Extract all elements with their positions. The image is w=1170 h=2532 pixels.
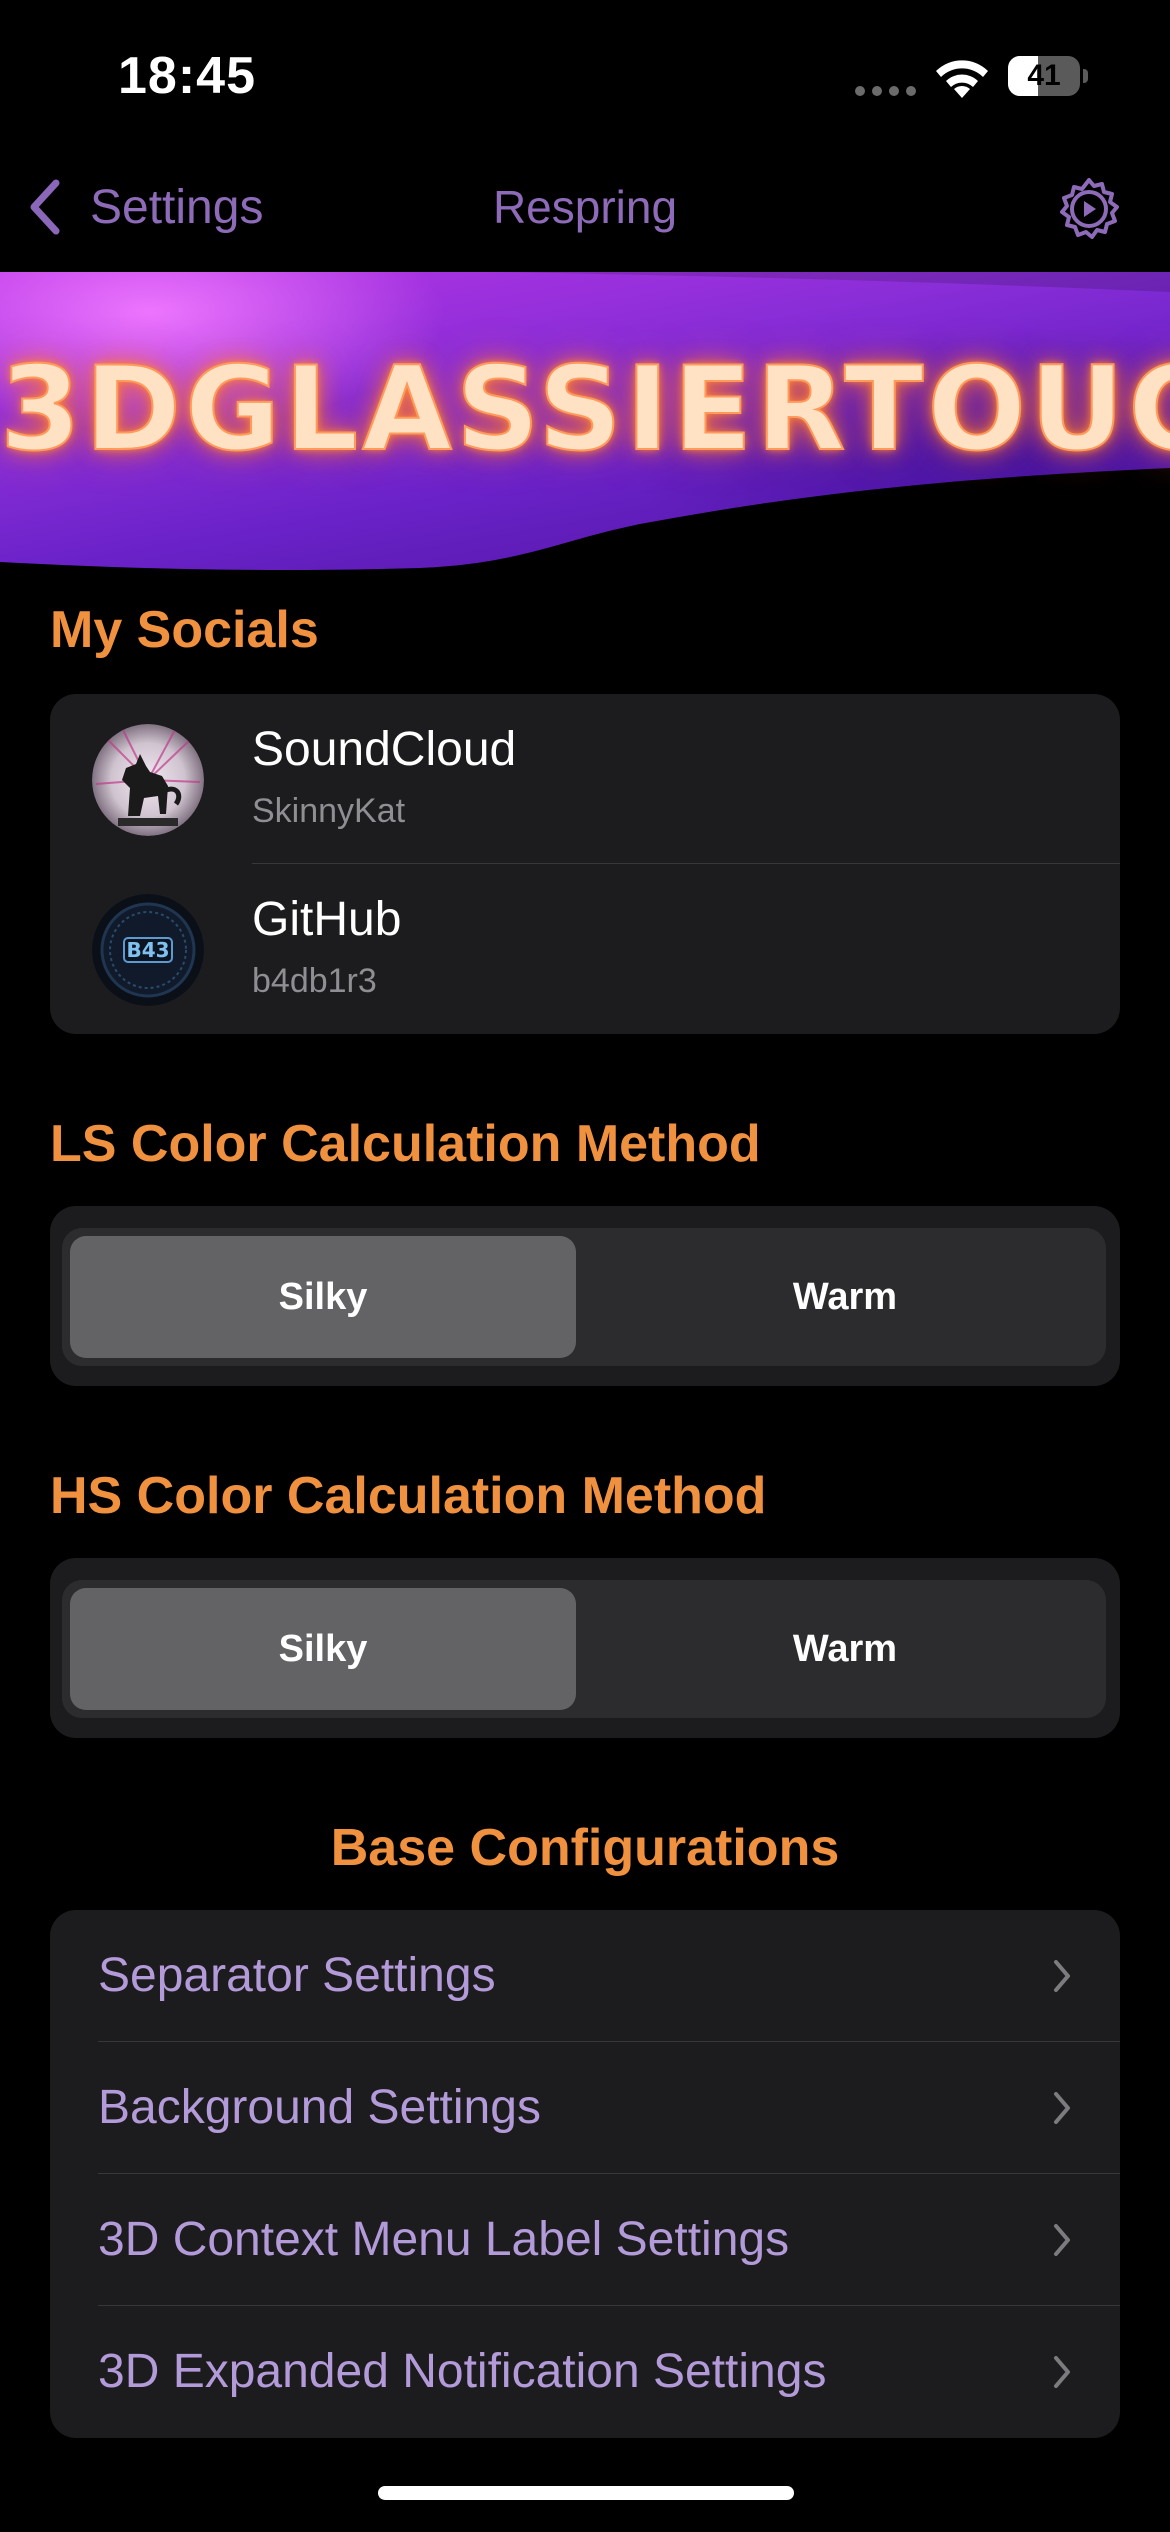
hs-color-option-warm[interactable]: Warm [592,1588,1098,1710]
base-config-header: Base Configurations [330,1819,840,1877]
row-label: Separator Settings [98,1949,496,2002]
soundcloud-avatar [92,724,204,836]
wifi-icon [936,60,988,98]
socials-card: SoundCloud SkinnyKat B43 GitHub b4db1r3 [50,694,1120,1034]
home-indicator[interactable] [378,2486,794,2500]
gear-icon[interactable] [1056,176,1122,242]
ls-color-segmented-control: Silky Warm [62,1228,1106,1366]
ls-color-card: Silky Warm [50,1206,1120,1386]
row-label: 3D Context Menu Label Settings [98,2213,790,2266]
social-name: SoundCloud [252,723,517,776]
chevron-right-icon [1054,1960,1070,1992]
social-name: GitHub [252,893,402,946]
social-row-github[interactable]: B43 GitHub b4db1r3 [50,864,1120,1034]
hs-color-option-silky[interactable]: Silky [70,1588,576,1710]
row-label: 3D Expanded Notification Settings [98,2345,827,2398]
chevron-right-icon [1054,2224,1070,2256]
ls-color-option-warm[interactable]: Warm [592,1236,1098,1358]
hs-color-card: Silky Warm [50,1558,1120,1738]
ls-color-header: LS Color Calculation Method [50,1115,761,1173]
base-config-card: Separator Settings Background Settings 3… [50,1910,1120,2438]
ls-color-option-silky[interactable]: Silky [70,1236,576,1358]
battery-icon: 41 [1008,56,1088,96]
socials-header: My Socials [50,601,319,659]
background-settings-row[interactable]: Background Settings [50,2042,1120,2174]
status-time: 18:45 [118,47,256,105]
github-avatar: B43 [92,894,204,1006]
respring-button[interactable]: Respring [0,180,1170,234]
battery-level: 41 [1027,59,1061,92]
separator-settings-row[interactable]: Separator Settings [50,1910,1120,2042]
hs-color-header: HS Color Calculation Method [50,1467,767,1525]
hs-color-segmented-control: Silky Warm [62,1580,1106,1718]
navigation-bar: Settings Respring [0,150,1170,273]
banner-title: 3DGLASSIERTOUCH [0,341,1170,478]
expanded-notification-settings-row[interactable]: 3D Expanded Notification Settings [50,2306,1120,2438]
chevron-right-icon [1054,2356,1070,2388]
status-bar: 18:45 41 [0,0,1170,150]
social-handle: SkinnyKat [252,792,406,830]
chevron-right-icon [1054,2092,1070,2124]
social-handle: b4db1r3 [252,962,377,1000]
cellular-signal-icon [855,86,916,96]
tweak-banner: 3DGLASSIERTOUCH [0,272,1170,572]
row-label: Background Settings [98,2081,541,2134]
svg-text:B43: B43 [126,938,169,962]
context-menu-label-settings-row[interactable]: 3D Context Menu Label Settings [50,2174,1120,2306]
social-row-soundcloud[interactable]: SoundCloud SkinnyKat [50,694,1120,864]
